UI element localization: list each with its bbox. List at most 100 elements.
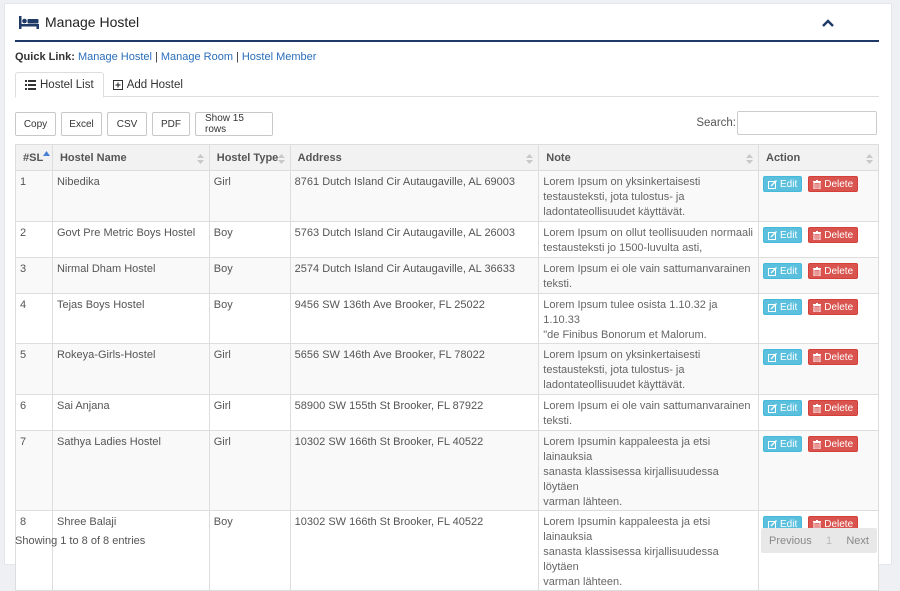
- cell-hostel-type: Boy: [208, 257, 291, 294]
- search-input[interactable]: [737, 111, 877, 135]
- cell-action: Edit Delete: [758, 257, 879, 294]
- delete-button[interactable]: Delete: [808, 349, 859, 365]
- page-number-button[interactable]: 1: [826, 535, 832, 547]
- column-header-label: Action: [766, 151, 801, 164]
- delete-label: Delete: [824, 402, 854, 414]
- edit-button[interactable]: Edit: [763, 400, 803, 416]
- note-line: teksti.: [543, 415, 572, 427]
- csv-button[interactable]: CSV: [107, 112, 147, 136]
- delete-label: Delete: [824, 265, 854, 277]
- quick-link-manage-room[interactable]: Manage Room: [161, 51, 233, 63]
- search-label: Search:: [696, 117, 736, 129]
- quick-link-hostel-member[interactable]: Hostel Member: [242, 51, 317, 63]
- delete-button[interactable]: Delete: [808, 227, 859, 243]
- trash-icon: [813, 403, 822, 413]
- edit-icon: [768, 352, 777, 362]
- pdf-button[interactable]: PDF: [152, 112, 190, 136]
- excel-button[interactable]: Excel: [61, 112, 102, 136]
- table-row: 1 Nibedika Girl 8761 Dutch Island Cir Autau…: [15, 170, 879, 222]
- cell-sl: 1: [15, 170, 53, 222]
- cell-sl: 2: [15, 221, 53, 258]
- tab-hostel-list[interactable]: Hostel List: [15, 72, 104, 98]
- delete-label: Delete: [824, 301, 854, 313]
- cell-hostel-type: Boy: [208, 221, 291, 258]
- cell-hostel-name: Shree Balaji: [51, 510, 210, 591]
- cell-address: 58900 SW 155th St Brooker, FL 87922: [289, 394, 540, 431]
- cell-address: 5763 Dutch Island Cir Autaugaville, AL 2…: [289, 221, 540, 258]
- cell-address: 10302 SW 166th St Brooker, FL 40522: [289, 430, 540, 511]
- edit-label: Edit: [780, 229, 798, 241]
- cell-hostel-type: Girl: [208, 170, 291, 222]
- edit-button[interactable]: Edit: [763, 176, 803, 192]
- cell-note: Lorem Ipsum on ollut teollisuuden normaa…: [538, 221, 759, 258]
- table-row: 4 Tejas Boys Hostel Boy 9456 SW 136th Ave B…: [15, 293, 879, 344]
- table-row: 7 Sathya Ladies Hostel Girl 10302 SW 166th …: [15, 430, 879, 511]
- cell-hostel-type: Boy: [208, 510, 291, 591]
- note-line: teksti.: [543, 278, 572, 290]
- column-header[interactable]: Hostel Type: [208, 144, 291, 171]
- cell-action: Edit Delete: [758, 343, 879, 395]
- cell-hostel-type: Girl: [208, 394, 291, 431]
- panel-header: Manage Hostel: [15, 4, 879, 42]
- edit-label: Edit: [780, 438, 798, 450]
- entries-info: Showing 1 to 8 of 8 entries: [15, 535, 146, 547]
- copy-button[interactable]: Copy: [15, 112, 56, 136]
- quick-link-manage-hostel[interactable]: Manage Hostel: [78, 51, 152, 63]
- cell-hostel-name: Sai Anjana: [51, 394, 210, 431]
- quick-links: Quick Link: Manage Hostel | Manage Room | Ho…: [15, 51, 317, 63]
- trash-icon: [813, 230, 822, 240]
- note-line: sanasta klassisessa kirjallisuudessa löy…: [543, 546, 719, 573]
- cell-address: 8761 Dutch Island Cir Autaugaville, AL 6…: [289, 170, 540, 222]
- edit-button[interactable]: Edit: [763, 299, 803, 315]
- column-header[interactable]: #SL: [15, 144, 53, 171]
- cell-note: Lorem Ipsum tulee osista 1.10.32 ja 1.10…: [538, 293, 759, 344]
- column-header[interactable]: Address: [289, 144, 540, 171]
- cell-address: 10302 SW 166th St Brooker, FL 40522: [289, 510, 540, 591]
- note-line: Lorem Ipsum tulee osista 1.10.32 ja 1.10…: [543, 299, 718, 326]
- delete-button[interactable]: Delete: [808, 436, 859, 452]
- delete-button[interactable]: Delete: [808, 400, 859, 416]
- chevron-up-icon[interactable]: [821, 16, 835, 30]
- column-header[interactable]: Action: [758, 144, 879, 171]
- cell-note: Lorem Ipsum ei ole vain sattumanvarainen…: [538, 257, 759, 294]
- cell-sl: 8: [15, 510, 53, 591]
- trash-icon: [813, 266, 822, 276]
- cell-sl: 3: [15, 257, 53, 294]
- tab-add-hostel[interactable]: Add Hostel: [104, 72, 192, 97]
- quick-link-label: Quick Link:: [15, 51, 75, 63]
- delete-button[interactable]: Delete: [808, 299, 859, 315]
- delete-label: Delete: [824, 351, 854, 363]
- column-header[interactable]: Hostel Name: [51, 144, 210, 171]
- edit-button[interactable]: Edit: [763, 349, 803, 365]
- note-line: testausteksti, jota tulostus- ja: [543, 364, 685, 376]
- column-header-label: Hostel Name: [59, 151, 127, 164]
- cell-hostel-name: Nirmal Dham Hostel: [51, 257, 210, 294]
- note-line: ladontateollisuudet käyttävät.: [543, 206, 686, 218]
- sort-icon: [277, 154, 285, 164]
- edit-label: Edit: [780, 301, 798, 313]
- previous-button[interactable]: Previous: [769, 535, 812, 547]
- edit-button[interactable]: Edit: [763, 227, 803, 243]
- edit-icon: [768, 439, 777, 449]
- next-button[interactable]: Next: [846, 535, 869, 547]
- edit-icon: [768, 266, 777, 276]
- sort-icon: [526, 154, 534, 164]
- tab-label: Add Hostel: [126, 78, 183, 91]
- edit-button[interactable]: Edit: [763, 263, 803, 279]
- column-header[interactable]: Note: [538, 144, 759, 171]
- delete-button[interactable]: Delete: [808, 263, 859, 279]
- edit-button[interactable]: Edit: [763, 436, 803, 452]
- delete-button[interactable]: Delete: [808, 176, 859, 192]
- note-line: Lorem Ipsum on yksinkertaisesti: [543, 349, 701, 361]
- sort-icon: [196, 154, 204, 164]
- sort-icon: [866, 154, 873, 164]
- hostel-table: #SL Hostel Name Hostel Type Address Note Acti…: [15, 144, 879, 591]
- edit-icon: [768, 302, 777, 312]
- trash-icon: [813, 439, 822, 449]
- sort-icon: [746, 154, 753, 164]
- show-rows-button[interactable]: Show 15 rows: [195, 112, 273, 136]
- cell-address: 2574 Dutch Island Cir Autaugaville, AL 3…: [289, 257, 540, 294]
- cell-action: Edit Delete: [758, 430, 879, 511]
- cell-sl: 7: [15, 430, 53, 511]
- pagination: Previous 1 Next: [761, 528, 877, 553]
